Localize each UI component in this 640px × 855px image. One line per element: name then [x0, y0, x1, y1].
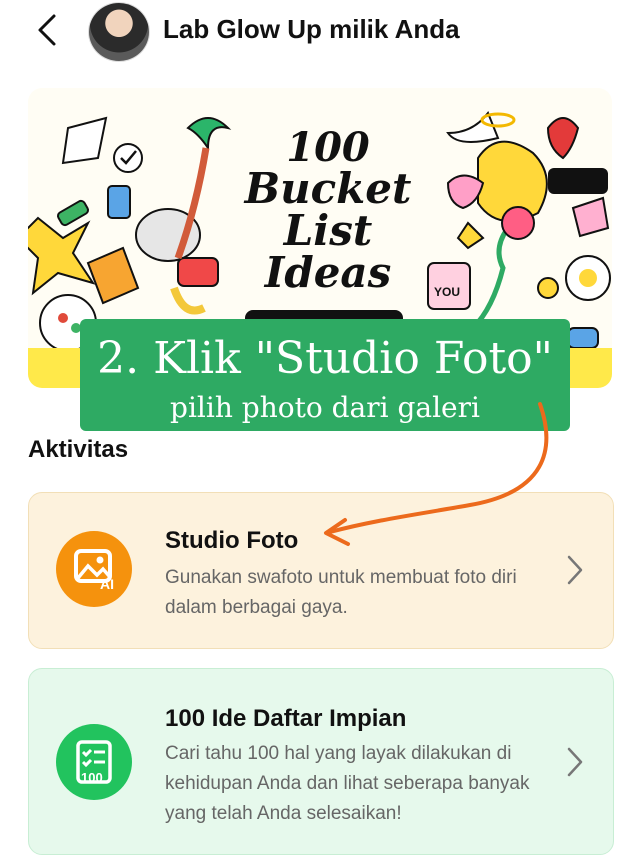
chevron-right-icon [567, 747, 583, 777]
banner-title: 100 Bucket List Ideas [233, 128, 423, 294]
svg-text:AI: AI [100, 576, 114, 592]
image-ai-icon: AI [56, 531, 132, 607]
avatar [88, 2, 150, 62]
app-header: Lab Glow Up milik Anda [0, 0, 640, 62]
card-description: Cari tahu 100 hal yang layak dilakukan d… [165, 743, 530, 824]
card-title: 100 Ide Daftar Impian [165, 705, 407, 732]
activity-card-100-ide[interactable]: 100 100 Ide Daftar Impian Cari tahu 100 … [28, 668, 614, 855]
card-description: Gunakan swafoto untuk membuat foto diri … [165, 567, 517, 618]
instruction-overlay: 2. Klik "Studio Foto" pilih photo dari g… [80, 319, 570, 431]
chevron-right-icon [567, 555, 583, 585]
instruction-step: 2. Klik "Studio Foto" [97, 333, 553, 384]
instruction-subtext: pilih photo dari galeri [170, 391, 480, 424]
svg-text:100: 100 [81, 770, 103, 785]
svg-text:YOU: YOU [434, 285, 460, 299]
activity-card-studio-foto[interactable]: AI Studio Foto Gunakan swafoto untuk mem… [28, 492, 614, 649]
banner-title-line1: 100 [286, 124, 370, 171]
banner-title-line4: Ideas [264, 248, 392, 297]
checklist-100-icon: 100 [56, 724, 132, 800]
banner-title-line2: Bucket [244, 164, 412, 213]
section-title: Aktivitas [28, 436, 129, 463]
card-title: Studio Foto [165, 527, 299, 554]
banner-title-line3: List [283, 206, 373, 255]
back-icon[interactable] [32, 12, 64, 48]
page-title: Lab Glow Up milik Anda [163, 14, 460, 44]
